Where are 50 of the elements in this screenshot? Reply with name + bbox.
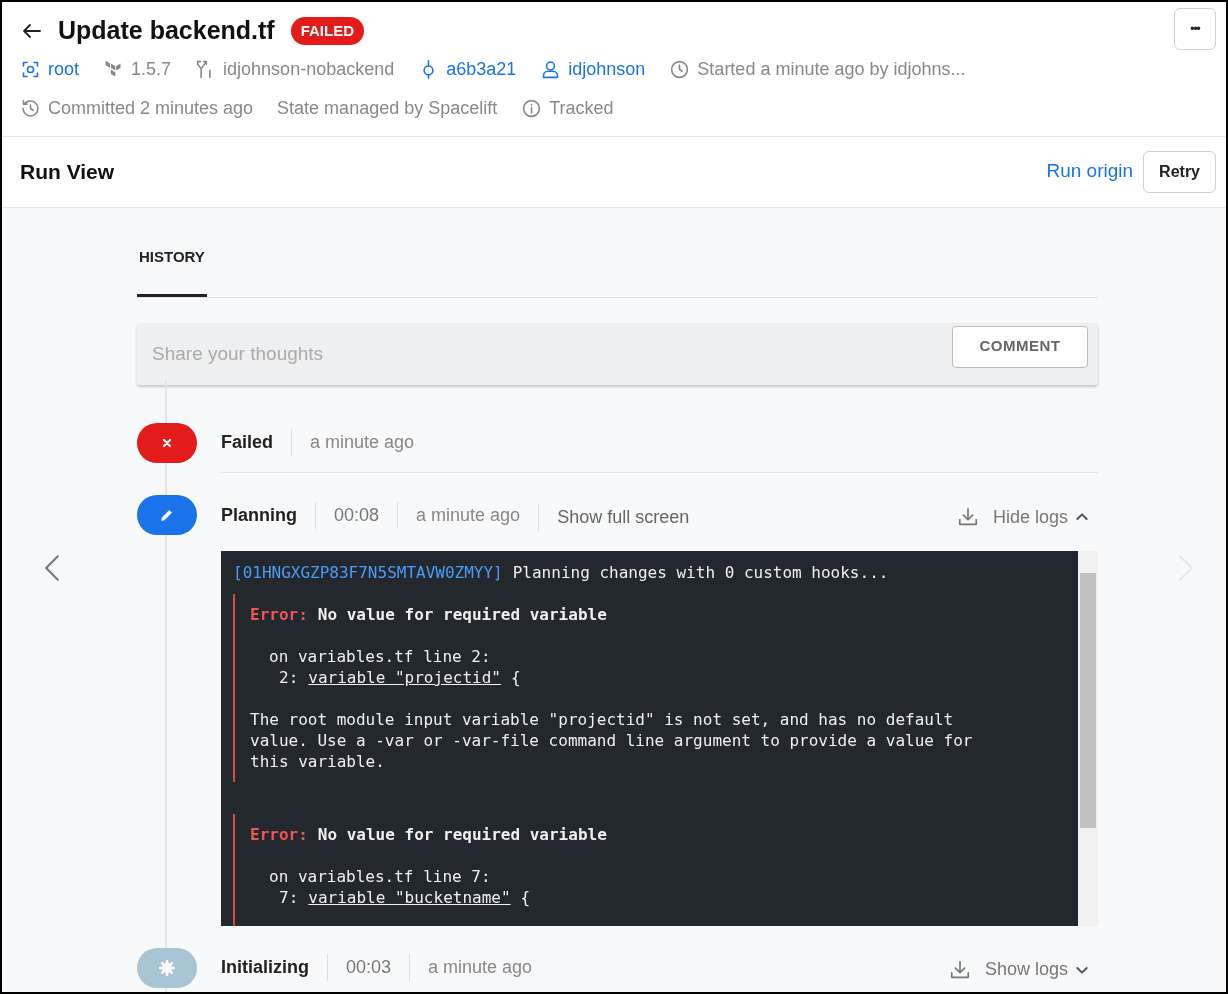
error-label: Error: <box>250 824 308 845</box>
step-label: Failed <box>221 431 274 454</box>
meta-text: 1.5.7 <box>131 57 172 81</box>
meta-link[interactable]: idjohnson <box>568 55 646 83</box>
scrollbar[interactable] <box>1078 551 1098 926</box>
log-line: on variables.tf line 2: <box>268 646 492 667</box>
line-number: 2: <box>279 667 299 688</box>
meta-link[interactable]: a6b3a21 <box>446 55 517 83</box>
clock-icon <box>669 58 691 80</box>
full-screen-link[interactable]: Show full screen <box>538 503 708 531</box>
error-title: No value for required variable <box>317 824 607 845</box>
more-button[interactable]: ••• <box>1174 8 1216 50</box>
section-title: Run View <box>20 158 116 185</box>
code-snippet: variable "bucketname" <box>308 887 511 908</box>
run-id: [01HNGXGZP83F7N5SMTAVW0ZMYY] <box>233 562 503 583</box>
run-origin-link[interactable]: Run origin <box>1046 157 1134 186</box>
meta-text: Committed 2 minutes ago <box>48 96 254 120</box>
logs-toggle[interactable]: Hide logs <box>992 503 1090 531</box>
comment-button[interactable]: COMMENT <box>952 325 1088 368</box>
gear-icon <box>158 959 176 977</box>
step-label: Initializing <box>221 956 310 979</box>
meta-text: idjohnson-nobackend <box>223 57 395 81</box>
step-time: a minute ago <box>409 954 551 981</box>
history-icon <box>20 97 41 119</box>
step-duration: 00:03 <box>327 954 410 981</box>
meta-text: Tracked <box>549 96 614 120</box>
retry-button[interactable]: Retry <box>1143 150 1216 193</box>
status-badge: FAILED <box>290 16 365 45</box>
page-title: Update backend.tf <box>58 15 275 46</box>
log-line: { <box>520 887 531 908</box>
tab[interactable]: HISTORY <box>137 231 207 297</box>
log-line: Planning changes with 0 custom hooks... <box>512 562 889 583</box>
step-time: a minute ago <box>291 429 433 456</box>
error-description: The root module input variable "projectid" is not set, and has no default value. Use a -var or -var-file command line argument to provide a value for this variable. <box>250 709 974 772</box>
download-icon <box>956 506 979 528</box>
meta-text: State managed by Spacelift <box>277 96 498 120</box>
log-line: on variables.tf line 7: <box>268 866 492 887</box>
code-snippet: variable "projectid" <box>308 667 501 688</box>
meta-text: Started a minute ago by idjohns... <box>697 57 966 81</box>
step-label: Planning <box>221 503 298 527</box>
step-time: a minute ago <box>397 501 539 529</box>
error-title: No value for required variable <box>317 604 607 625</box>
line-number: 7: <box>279 887 299 908</box>
error-label: Error: <box>250 604 308 625</box>
logs-toggle[interactable]: Show logs <box>984 956 1090 983</box>
log-line: { <box>510 667 521 688</box>
download-icon <box>948 958 971 981</box>
step-duration: 00:08 <box>315 501 398 529</box>
info-icon <box>521 97 543 119</box>
meta-link[interactable]: root <box>48 55 80 83</box>
